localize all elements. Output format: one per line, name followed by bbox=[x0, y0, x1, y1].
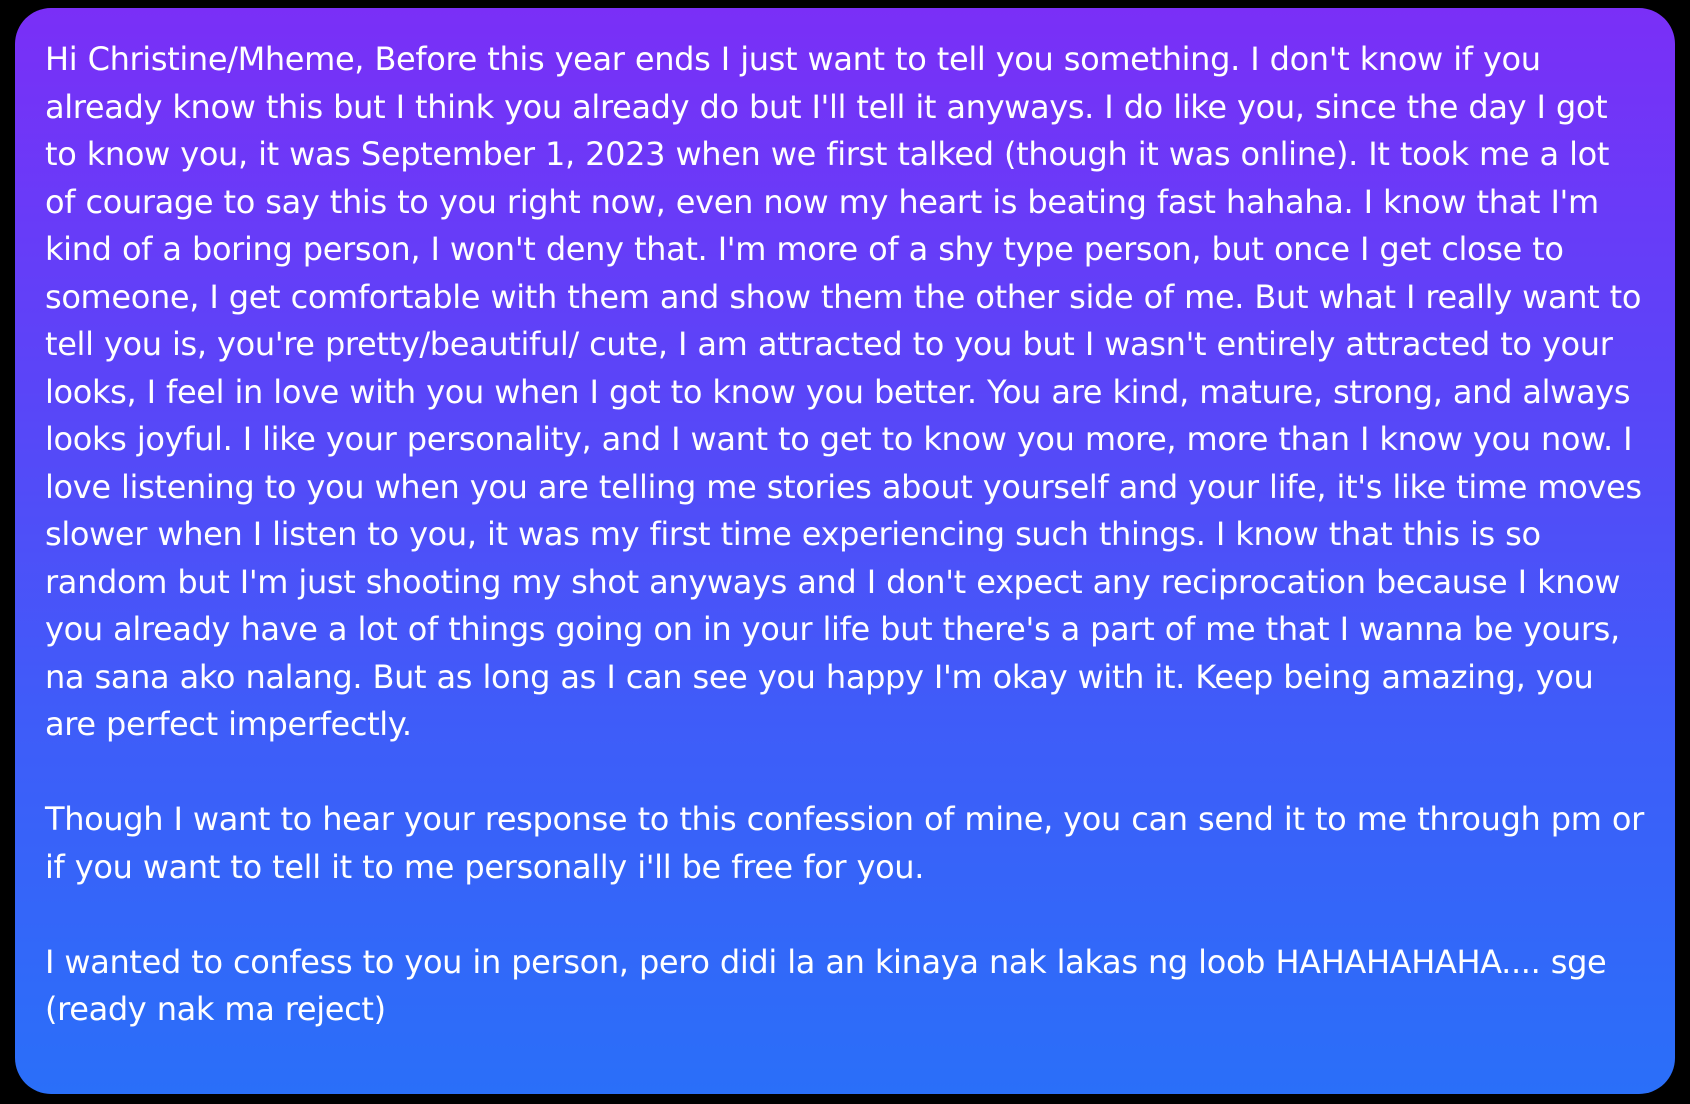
message-paragraph-1: Hi Christine/Mheme, Before this year end… bbox=[45, 40, 1642, 743]
message-bubble[interactable]: Hi Christine/Mheme, Before this year end… bbox=[15, 8, 1675, 1094]
message-paragraph-3: I wanted to confess to you in person, pe… bbox=[45, 942, 1607, 1029]
message-paragraph-2: Though I want to hear your response to t… bbox=[45, 800, 1644, 886]
